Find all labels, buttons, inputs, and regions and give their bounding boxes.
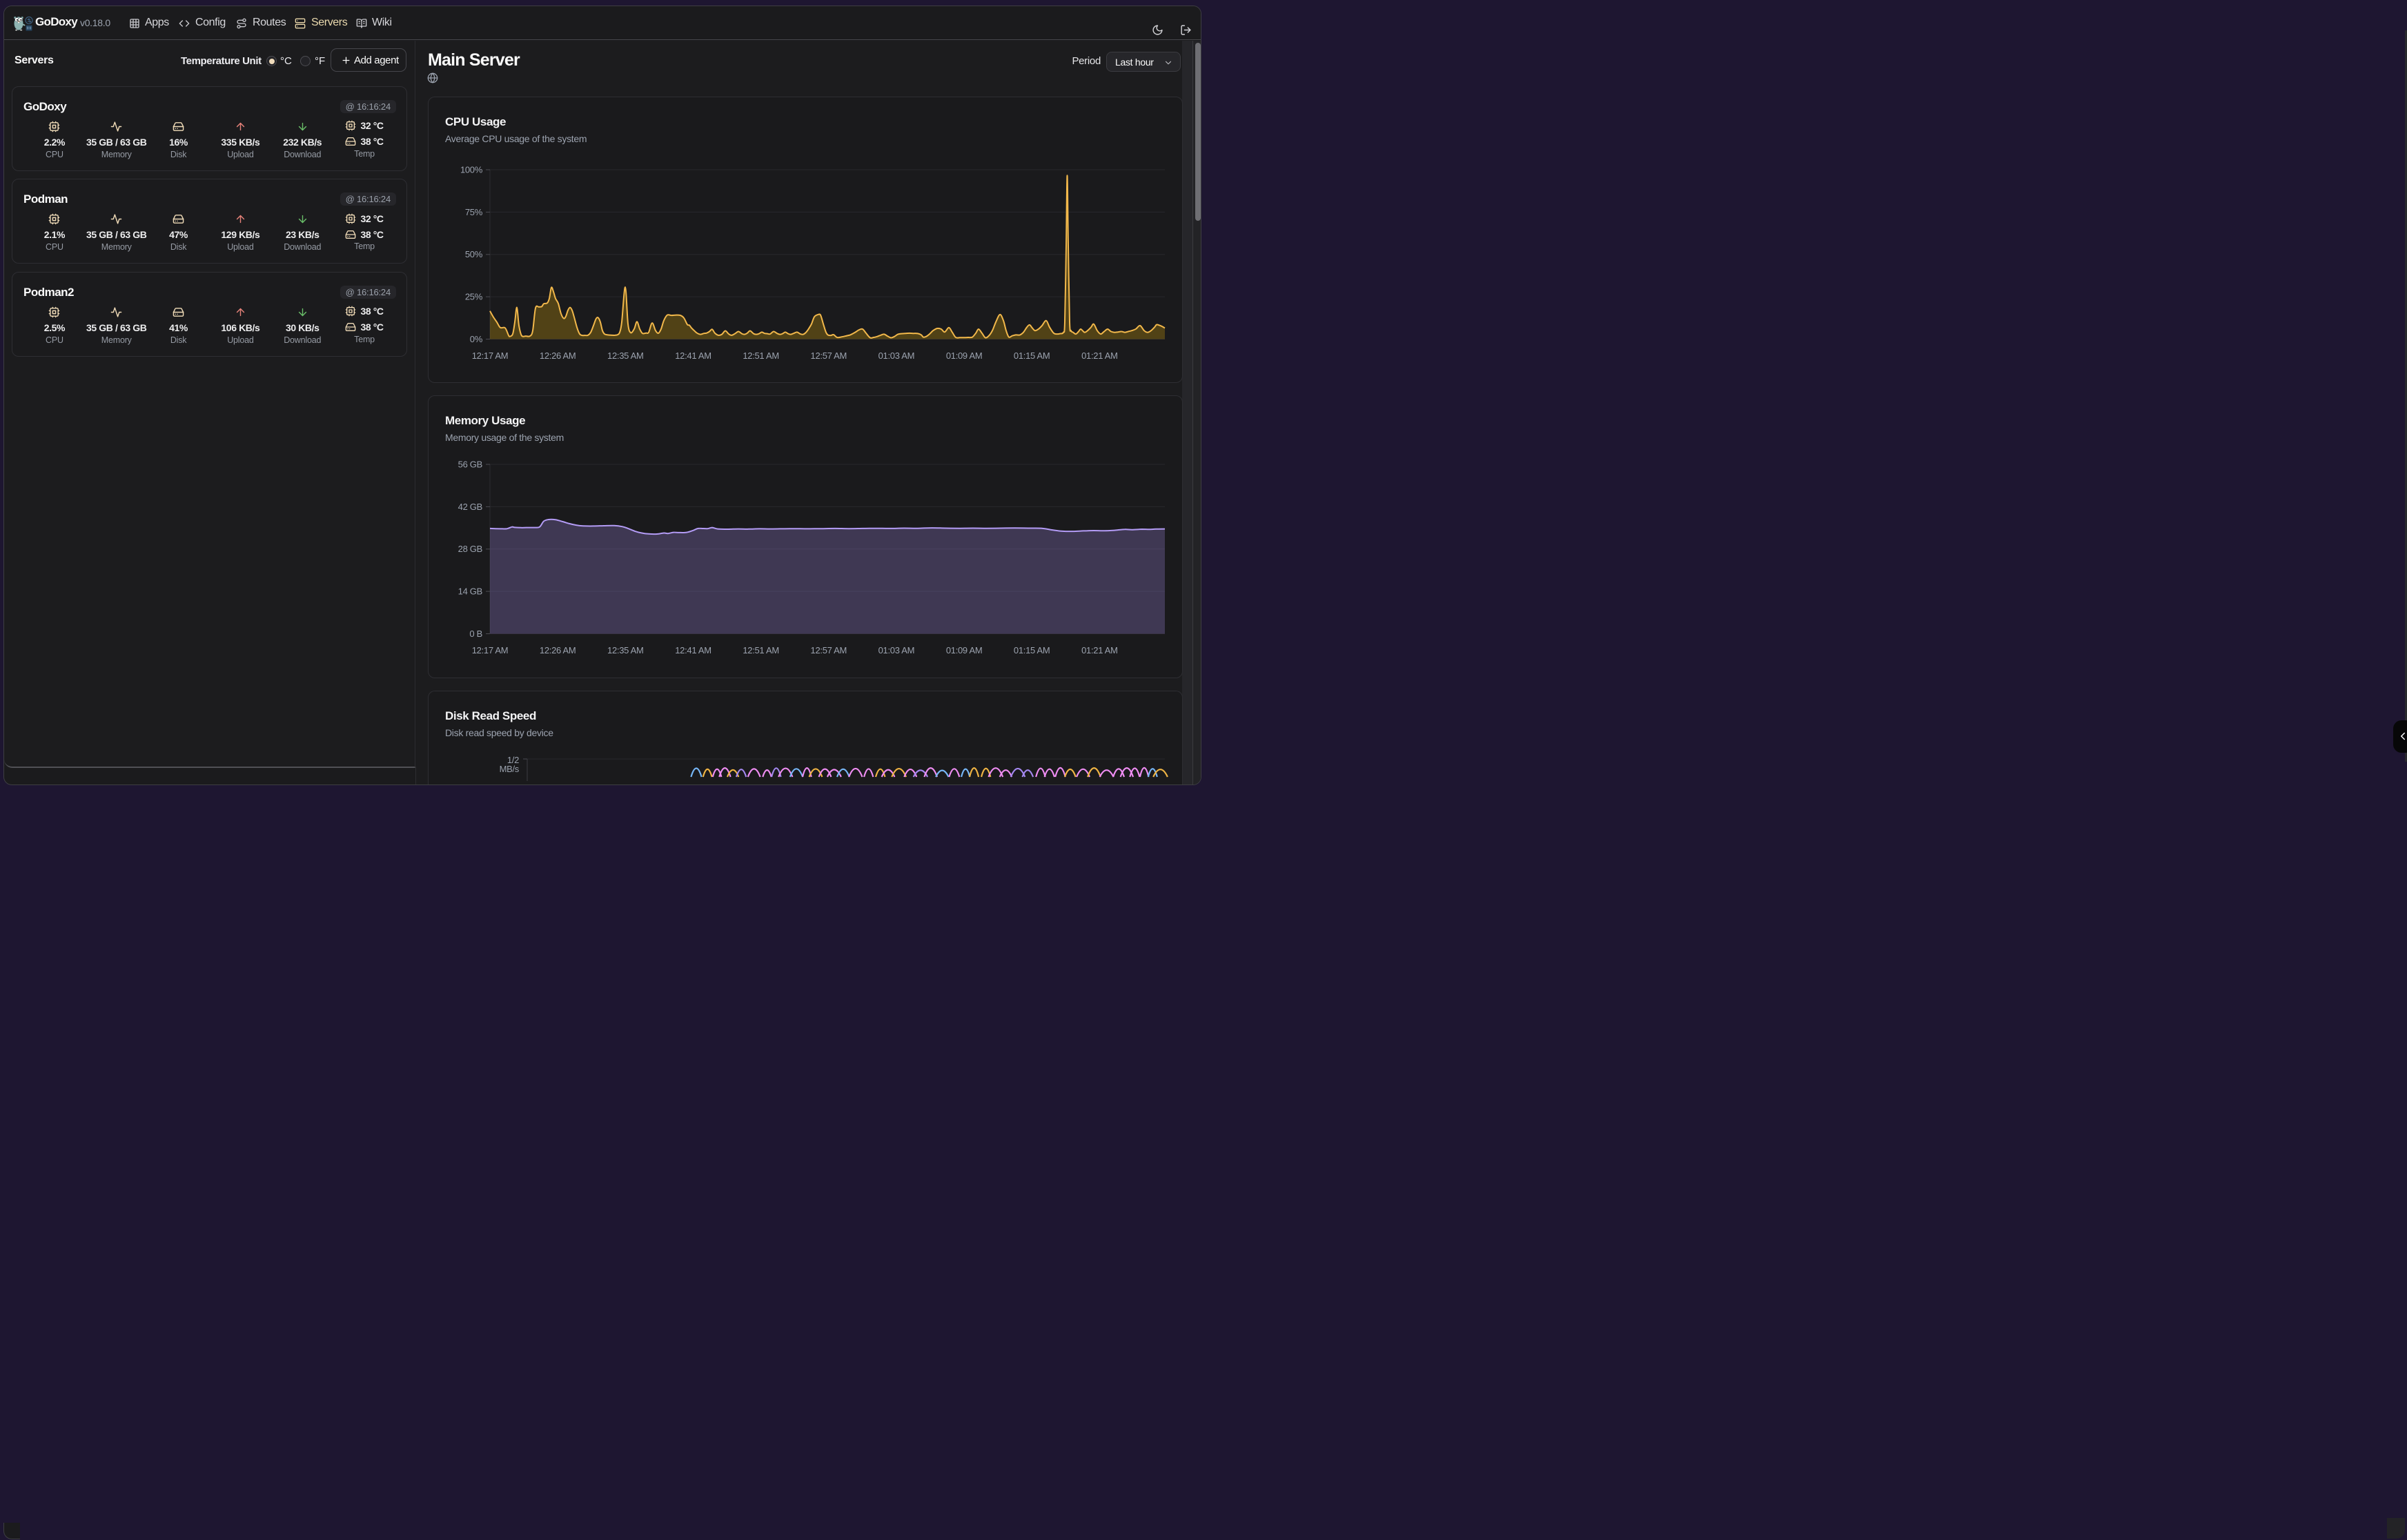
svg-text:12:17 AM: 12:17 AM <box>472 645 509 655</box>
svg-text:12:51 AM: 12:51 AM <box>743 645 779 655</box>
svg-text:12:35 AM: 12:35 AM <box>607 351 644 361</box>
svg-text:12:57 AM: 12:57 AM <box>811 645 847 655</box>
svg-text:42 GB: 42 GB <box>458 502 482 512</box>
svg-text:12:35 AM: 12:35 AM <box>607 645 644 655</box>
svg-text:0 B: 0 B <box>469 629 482 639</box>
svg-text:01:15 AM: 01:15 AM <box>1014 351 1050 361</box>
svg-text:12:41 AM: 12:41 AM <box>675 351 711 361</box>
svg-text:01:09 AM: 01:09 AM <box>946 351 983 361</box>
svg-text:56 GB: 56 GB <box>458 460 482 470</box>
svg-text:12:41 AM: 12:41 AM <box>675 645 711 655</box>
svg-text:25%: 25% <box>465 292 483 302</box>
svg-text:50%: 50% <box>465 249 483 259</box>
svg-text:01:21 AM: 01:21 AM <box>1081 645 1118 655</box>
svg-text:12:17 AM: 12:17 AM <box>472 351 509 361</box>
svg-text:12:26 AM: 12:26 AM <box>540 351 576 361</box>
svg-text:01:15 AM: 01:15 AM <box>1014 645 1050 655</box>
svg-text:01:21 AM: 01:21 AM <box>1081 351 1118 361</box>
svg-text:12:26 AM: 12:26 AM <box>540 645 576 655</box>
svg-text:0%: 0% <box>470 334 483 344</box>
svg-text:14 GB: 14 GB <box>458 586 482 597</box>
svg-text:28 GB: 28 GB <box>458 544 482 554</box>
svg-text:01:03 AM: 01:03 AM <box>878 645 915 655</box>
svg-text:01:09 AM: 01:09 AM <box>946 645 983 655</box>
svg-text:12:57 AM: 12:57 AM <box>811 351 847 361</box>
svg-text:01:03 AM: 01:03 AM <box>878 351 915 361</box>
svg-text:100%: 100% <box>460 165 483 175</box>
svg-text:12:51 AM: 12:51 AM <box>743 351 779 361</box>
svg-text:75%: 75% <box>465 207 483 217</box>
svg-text:MB/s: MB/s <box>500 764 520 774</box>
